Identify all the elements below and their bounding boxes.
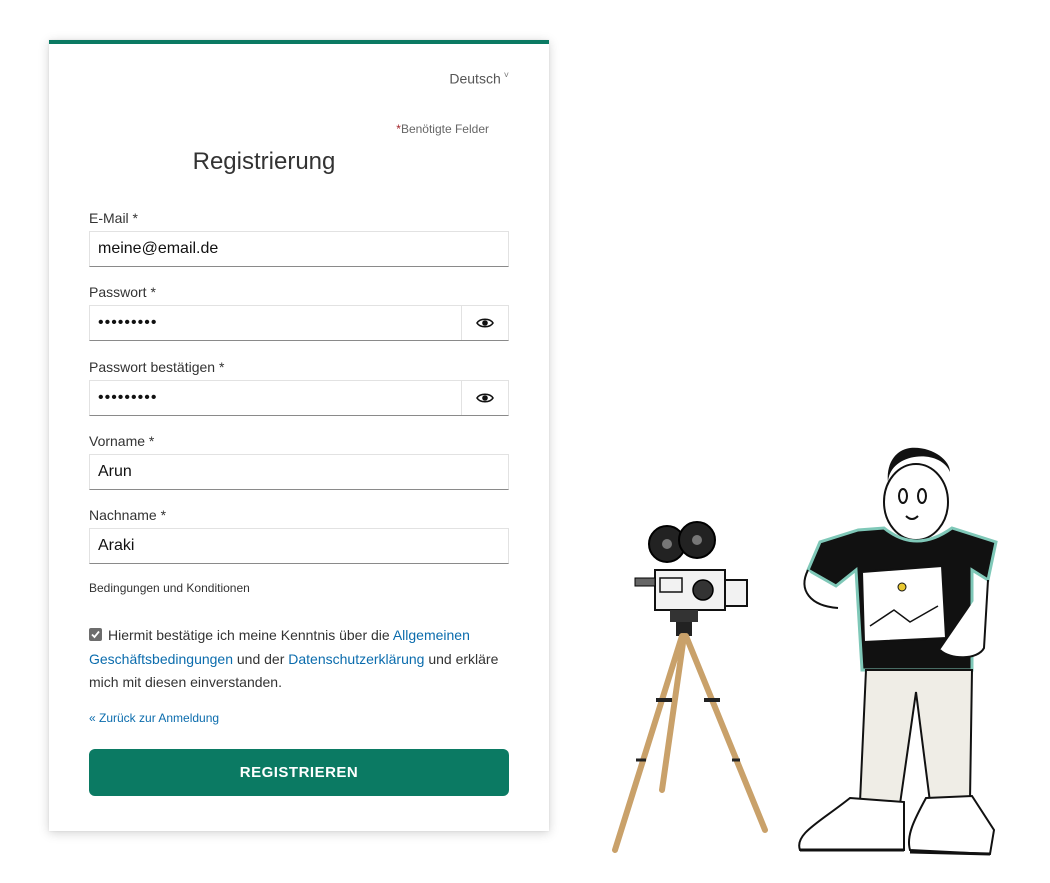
eye-icon (476, 393, 494, 403)
eye-icon (476, 318, 494, 328)
consent-text-middle: und der (233, 650, 289, 667)
person-illustration (798, 447, 998, 856)
password-field[interactable] (90, 306, 462, 340)
register-button[interactable]: REGISTRIEREN (89, 749, 509, 796)
email-group: E-Mail * (89, 210, 509, 267)
illustration (612, 447, 998, 856)
registration-card: Deutsch ˅ *Benötigte Felder Registrierung… (49, 40, 549, 831)
first-name-field-wrapper (89, 454, 509, 490)
required-fields-note: *Benötigte Felder (396, 122, 489, 136)
last-name-group: Nachname * (89, 507, 509, 564)
password-field-wrapper (89, 305, 509, 341)
camera-tripod-icon (612, 521, 768, 853)
password-label: Passwort * (89, 284, 156, 300)
checkbox-checked-icon (91, 630, 100, 639)
last-name-field[interactable] (90, 529, 508, 563)
last-name-label: Nachname * (89, 507, 167, 523)
consent-text-before: Hiermit bestätige ich meine Kenntnis übe… (108, 627, 393, 643)
terms-checkbox[interactable] (89, 628, 102, 641)
language-selector[interactable]: Deutsch ˅ (449, 70, 509, 87)
chevron-down-icon: ˅ (503, 70, 509, 80)
password-confirm-group: Passwort bestätigen * (89, 359, 509, 416)
email-label: E-Mail * (89, 210, 139, 226)
privacy-link[interactable]: Datenschutzerklärung (288, 651, 424, 667)
back-to-login-link[interactable]: « Zurück zur Anmeldung (89, 711, 219, 725)
show-password-confirm-button[interactable] (461, 381, 508, 415)
show-password-button[interactable] (461, 306, 508, 340)
email-field[interactable] (90, 232, 508, 266)
language-label: Deutsch (449, 70, 501, 87)
password-confirm-label: Passwort bestätigen * (89, 359, 225, 375)
first-name-field[interactable] (90, 455, 508, 489)
email-field-wrapper (89, 231, 509, 267)
password-group: Passwort * (89, 284, 509, 341)
password-confirm-field[interactable] (90, 381, 462, 415)
terms-heading: Bedingungen und Konditionen (89, 581, 250, 595)
page-title: Registrierung (192, 148, 336, 175)
terms-consent: Hiermit bestätige ich meine Kenntnis übe… (89, 624, 509, 695)
required-note-text: Benötigte Felder (400, 122, 489, 136)
first-name-label: Vorname * (89, 433, 155, 449)
last-name-field-wrapper (89, 528, 509, 564)
first-name-group: Vorname * (89, 433, 509, 490)
password-confirm-field-wrapper (89, 380, 509, 416)
